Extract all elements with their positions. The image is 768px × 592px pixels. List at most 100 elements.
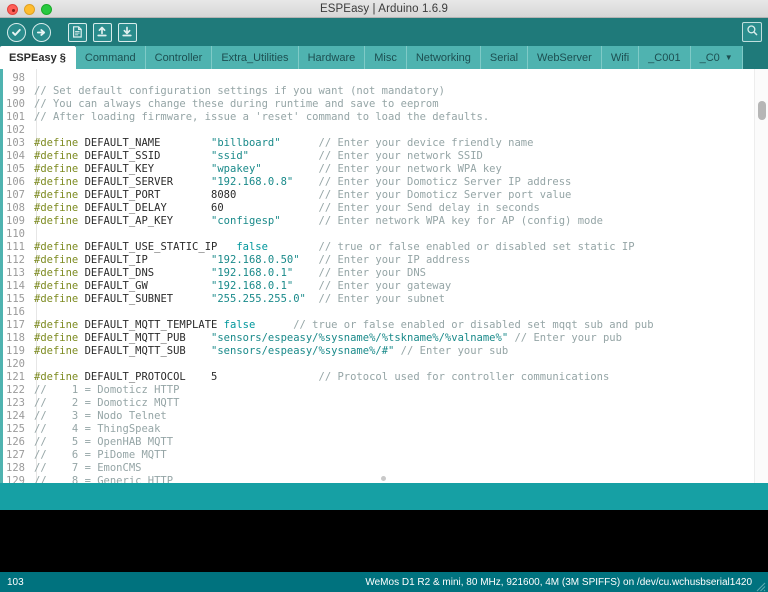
line-content[interactable]: // Set default configuration settings if… <box>30 85 445 98</box>
line-number: 114 <box>6 280 25 292</box>
token-pre: #define <box>34 137 79 149</box>
line-content[interactable]: // 4 = ThingSpeak <box>30 423 160 436</box>
verify-button[interactable] <box>5 21 27 43</box>
line-content[interactable]: // 5 = OpenHAB MQTT <box>30 436 173 449</box>
tab-hardware[interactable]: Hardware <box>298 46 366 69</box>
tab-_c0[interactable]: _C0 ▼ <box>690 46 743 69</box>
editor-line: 113 #define DEFAULT_DNS "192.168.0.1" // … <box>0 267 768 280</box>
upload-button[interactable] <box>30 21 52 43</box>
status-bar: 103 WeMos D1 R2 & mini, 80 MHz, 921600, … <box>0 572 768 592</box>
token-com: // 1 = Domoticz HTTP <box>34 384 180 396</box>
token-pre: #define <box>34 293 79 305</box>
toolbar-button-group <box>0 21 138 43</box>
tab-espeasy[interactable]: ESPEasy § <box>0 46 76 69</box>
tab-extra_utilities[interactable]: Extra_Utilities <box>212 46 299 69</box>
line-content[interactable]: #define DEFAULT_MQTT_TEMPLATE false // t… <box>30 319 654 332</box>
line-content[interactable]: // 6 = PiDome MQTT <box>30 449 167 462</box>
zoom-button[interactable] <box>41 3 52 15</box>
token-id: DEFAULT_AP_KEY <box>78 215 212 227</box>
token-pre: #define <box>34 241 79 253</box>
token-str: "192.168.0.1" <box>211 280 294 292</box>
token-com: // 4 = ThingSpeak <box>34 423 161 435</box>
line-content[interactable]: #define DEFAULT_SSID "ssid" // Enter you… <box>30 150 483 163</box>
sketch-tab-bar: ESPEasy § Command Controller Extra_Utilitie… <box>0 46 768 69</box>
editor-vertical-scrollbar[interactable] <box>754 69 768 483</box>
line-content[interactable]: #define DEFAULT_MQTT_SUB "sensors/espeas… <box>30 345 508 358</box>
token-com: // Enter your gateway <box>293 280 452 292</box>
token-com: // You can always change these during ru… <box>34 98 439 110</box>
save-button[interactable] <box>116 21 138 43</box>
token-com: // Protocol used for controller communic… <box>217 371 610 383</box>
editor-line: 108 #define DEFAULT_DELAY 60 // Enter you… <box>0 202 768 215</box>
line-content[interactable]: #define DEFAULT_NAME "billboard" // Ente… <box>30 137 533 150</box>
token-com: // Set default configuration settings if… <box>34 85 445 97</box>
tab-label: Misc <box>374 51 397 64</box>
line-number: 120 <box>6 358 25 370</box>
line-content[interactable]: #define DEFAULT_GW "192.168.0.1" // Ente… <box>30 280 451 293</box>
token-com: // Enter network WPA key for AP (config)… <box>280 215 603 227</box>
token-id: DEFAULT_DELAY <box>78 202 212 214</box>
line-content[interactable]: #define DEFAULT_IP "192.168.0.50" // Ent… <box>30 254 470 267</box>
arrow-right-icon <box>31 22 51 42</box>
tab-label: Serial <box>489 51 519 64</box>
editor-line: 105 #define DEFAULT_KEY "wpakey" // Enter… <box>0 163 768 176</box>
line-content[interactable]: #define DEFAULT_SERVER "192.168.0.8" // … <box>30 176 571 189</box>
code-editor-area[interactable]: 98 99 // Set default configuration setting… <box>0 69 768 483</box>
line-content[interactable]: #define DEFAULT_SUBNET "255.255.255.0" /… <box>30 293 445 306</box>
code-editor[interactable]: 98 99 // Set default configuration setting… <box>0 69 768 483</box>
line-content[interactable]: // 3 = Nodo Telnet <box>30 410 167 423</box>
token-str: "192.168.0.50" <box>211 254 300 266</box>
editor-line: 104 #define DEFAULT_SSID "ssid" // Enter … <box>0 150 768 163</box>
line-content[interactable]: #define DEFAULT_USE_STATIC_IP false // t… <box>30 241 635 254</box>
serial-monitor-button[interactable] <box>742 22 762 42</box>
line-content[interactable]: // 7 = EmonCMS <box>30 462 141 475</box>
tab-command[interactable]: Command <box>75 46 146 69</box>
line-number: 102 <box>6 124 25 136</box>
tab-wifi[interactable]: Wifi <box>601 46 640 69</box>
chevron-down-icon[interactable]: ▼ <box>725 53 733 62</box>
line-content[interactable]: #define DEFAULT_AP_KEY "configesp" // En… <box>30 215 603 228</box>
minimize-button[interactable] <box>24 3 35 15</box>
line-content[interactable]: #define DEFAULT_DELAY 60 // Enter your S… <box>30 202 540 215</box>
line-content[interactable]: #define DEFAULT_KEY "wpakey" // Enter yo… <box>30 163 502 176</box>
line-number: 111 <box>6 241 25 253</box>
line-content[interactable]: // 2 = Domoticz MQTT <box>30 397 179 410</box>
token-id: DEFAULT_IP <box>78 254 212 266</box>
line-content[interactable]: // After loading firmware, issue a 'rese… <box>30 111 489 124</box>
editor-line: 103 #define DEFAULT_NAME "billboard" // E… <box>0 137 768 150</box>
tab-label: WebServer <box>537 51 592 64</box>
new-button[interactable] <box>66 21 88 43</box>
token-id: DEFAULT_MQTT_TEMPLATE <box>78 319 224 331</box>
tab-label: Networking <box>415 51 471 64</box>
token-pre: #define <box>34 371 79 383</box>
magnifier-icon <box>746 23 758 41</box>
line-content[interactable]: // 1 = Domoticz HTTP <box>30 384 179 397</box>
line-content[interactable]: // 8 = Generic HTTP <box>30 475 173 483</box>
tab-label: _C001 <box>648 51 681 64</box>
tab-serial[interactable]: Serial <box>480 46 529 69</box>
open-button[interactable] <box>91 21 113 43</box>
tab-controller[interactable]: Controller <box>145 46 213 69</box>
line-content[interactable]: #define DEFAULT_MQTT_PUB "sensors/espeas… <box>30 332 622 345</box>
token-num: 60 <box>211 202 224 214</box>
token-pre: #define <box>34 345 79 357</box>
line-content[interactable]: #define DEFAULT_DNS "192.168.0.1" // Ent… <box>30 267 426 280</box>
line-number: 108 <box>6 202 25 214</box>
token-lit: false <box>236 241 268 253</box>
tab-networking[interactable]: Networking <box>406 46 481 69</box>
editor-line: 127 // 6 = PiDome MQTT <box>0 449 768 462</box>
line-number: 127 <box>6 449 25 461</box>
editor-line: 111 #define DEFAULT_USE_STATIC_IP false /… <box>0 241 768 254</box>
token-pre: #define <box>34 254 79 266</box>
tab-webserver[interactable]: WebServer <box>528 46 602 69</box>
line-content[interactable]: #define DEFAULT_PORT 8080 // Enter your … <box>30 189 571 202</box>
tab-_c001[interactable]: _C001 <box>639 46 691 69</box>
line-content[interactable]: #define DEFAULT_PROTOCOL 5 // Protocol u… <box>30 371 609 384</box>
token-pre: #define <box>34 215 79 227</box>
editor-resize-dot[interactable] <box>381 476 386 481</box>
line-content[interactable]: // You can always change these during ru… <box>30 98 439 111</box>
scrollbar-thumb[interactable] <box>758 101 766 120</box>
resize-grip-icon[interactable] <box>754 579 766 592</box>
close-button[interactable] <box>7 3 18 15</box>
tab-misc[interactable]: Misc <box>365 46 407 69</box>
